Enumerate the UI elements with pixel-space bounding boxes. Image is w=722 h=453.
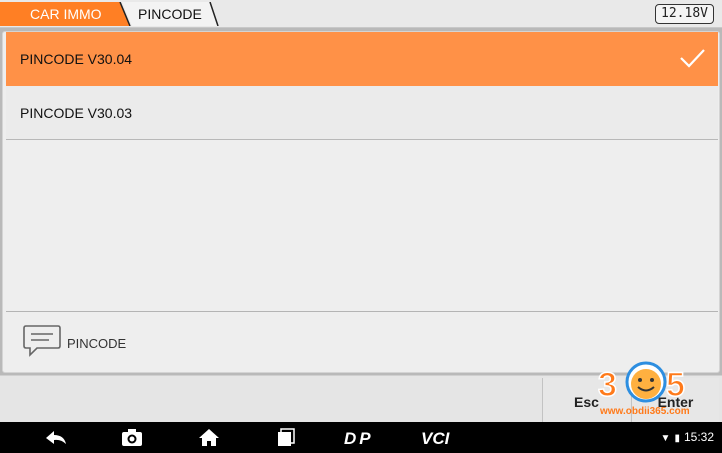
android-nav-bar: DP VCI ▼ ▮ 15:32 xyxy=(0,422,722,453)
battery-icon: ▮ xyxy=(674,433,680,444)
watermark-digit-5: 5 xyxy=(666,366,685,404)
status-bar: ▼ ▮ 15:32 xyxy=(661,430,714,444)
back-icon[interactable] xyxy=(44,428,68,447)
svg-text:DP: DP xyxy=(344,429,374,447)
camera-icon[interactable] xyxy=(121,428,143,447)
vci-icon[interactable]: VCI xyxy=(420,428,460,447)
battery-voltage: 12.18V xyxy=(655,4,714,24)
status-time: 15:32 xyxy=(683,430,714,444)
dp-icon[interactable]: DP xyxy=(343,428,379,447)
breadcrumb-car-immo[interactable]: CAR IMMO xyxy=(0,2,131,26)
home-icon[interactable] xyxy=(198,428,220,447)
main-panel: PINCODE V30.04 PINCODE V30.03 PINCODE xyxy=(2,31,720,373)
breadcrumb-current-label: PINCODE xyxy=(138,6,202,22)
breadcrumb-pincode[interactable]: PINCODE xyxy=(122,2,222,26)
pincode-list: PINCODE V30.04 PINCODE V30.03 xyxy=(6,32,718,140)
watermark-url: www.obdii365.com xyxy=(600,406,690,417)
list-item-selected[interactable]: PINCODE V30.04 xyxy=(6,32,718,86)
recent-apps-icon[interactable] xyxy=(276,428,296,447)
list-item-label: PINCODE V30.04 xyxy=(20,51,133,67)
list-item[interactable]: PINCODE V30.03 xyxy=(6,86,718,140)
divider xyxy=(6,311,718,312)
checkmark-icon xyxy=(680,49,705,68)
wifi-icon: ▼ xyxy=(660,433,671,444)
info-message-text: PINCODE xyxy=(67,336,127,351)
svg-text:VCI: VCI xyxy=(421,429,451,447)
breadcrumb-home-label: CAR IMMO xyxy=(30,6,102,22)
message-icon xyxy=(23,325,61,357)
watermark-digit-3: 3 xyxy=(598,366,617,404)
list-item-label: PINCODE V30.03 xyxy=(20,105,133,121)
breadcrumb: CAR IMMO PINCODE 12.18V xyxy=(0,0,722,28)
